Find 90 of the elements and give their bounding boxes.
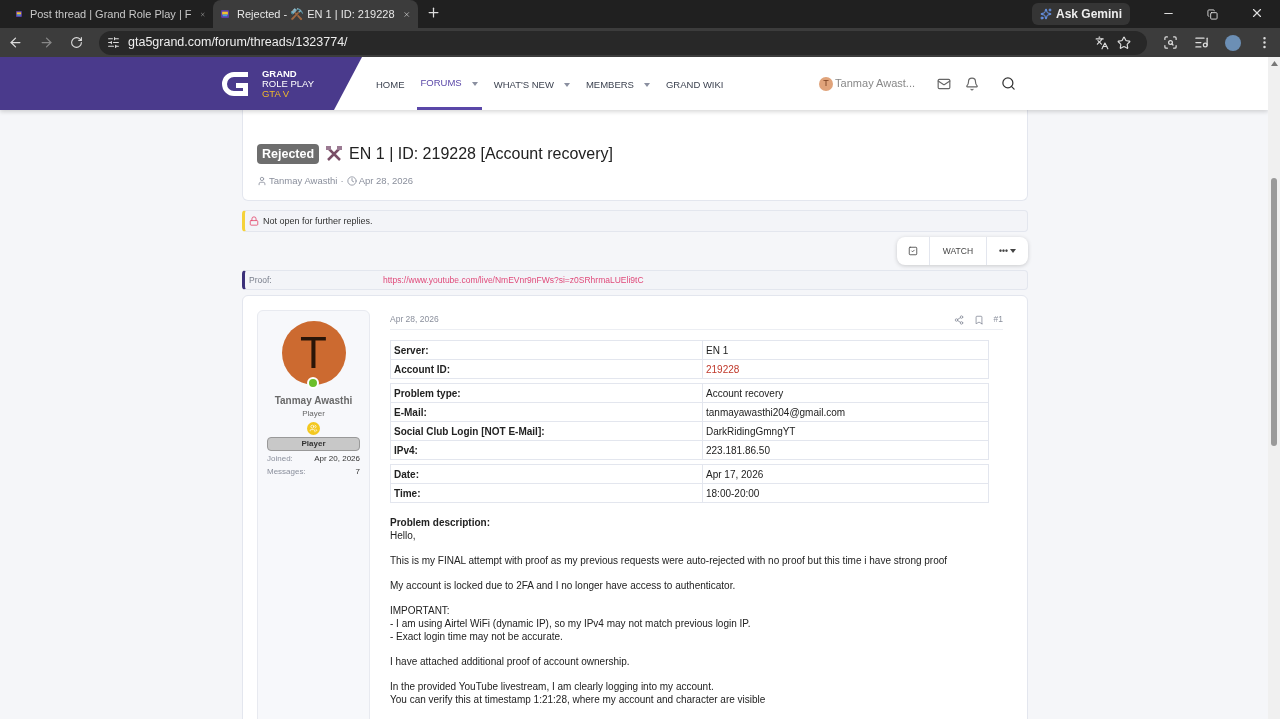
scroll-up-icon[interactable] xyxy=(1270,61,1278,66)
logo-text: GRAND xyxy=(261,68,298,79)
separator-dot: · xyxy=(340,174,344,188)
stat-label: Joined: xyxy=(267,453,293,466)
logo-text: ROLE PLAY xyxy=(261,78,314,89)
post-text: In the provided YouTube livestream, I am clearly logging into my account. xyxy=(390,680,715,694)
stat-value: 7 xyxy=(355,466,360,479)
user-icon xyxy=(257,176,267,187)
restore-icon[interactable] xyxy=(1207,9,1218,20)
translate-icon[interactable] xyxy=(1095,35,1109,50)
nav-tab[interactable]: WHAT'S NEW xyxy=(489,57,574,110)
clock-icon xyxy=(346,176,357,187)
logo-text: GTA V xyxy=(261,88,291,99)
post-text: - Exact login time may not be accurate. xyxy=(390,630,564,644)
member-title: Player xyxy=(302,408,325,421)
media-icon[interactable] xyxy=(1194,35,1209,50)
scrollbar-thumb[interactable] xyxy=(1271,178,1277,446)
url-text: gta5grand.com/forum/threads/1323774/ xyxy=(128,34,348,52)
table-cell: Account ID: xyxy=(390,359,703,379)
forward-icon[interactable] xyxy=(39,35,54,50)
table-cell: DarkRidingGmngYT xyxy=(702,421,989,441)
table-cell: 219228 xyxy=(702,359,989,379)
site-favicon-icon xyxy=(221,7,230,21)
new-tab-icon[interactable] xyxy=(426,5,441,20)
reload-icon[interactable] xyxy=(70,36,83,49)
table-cell: Apr 17, 2026 xyxy=(702,464,989,484)
table-cell: IPv4: xyxy=(390,440,703,460)
thread-title: EN 1 | ID: 219228 [Account recovery] xyxy=(349,144,613,164)
group-icon xyxy=(307,422,320,436)
site-settings-icon[interactable] xyxy=(107,36,120,49)
member-banner: Player xyxy=(267,437,360,452)
nav-tab[interactable]: GRAND WIKI xyxy=(661,57,728,110)
table-cell: Time: xyxy=(390,483,703,503)
table-cell: Account recovery xyxy=(702,383,989,403)
lock-icon xyxy=(249,216,259,227)
stat-value: Apr 20, 2026 xyxy=(314,453,360,466)
scrollbar[interactable] xyxy=(1268,57,1280,719)
table-cell: Server: xyxy=(390,340,703,360)
post-text: I have attached additional proof of account ownership. xyxy=(390,655,631,669)
profile-avatar[interactable] xyxy=(1225,34,1241,51)
table-cell: Problem type: xyxy=(390,383,703,403)
post-text: - I am using Airtel WiFi (dynamic IP), so my IPv4 may not match previous login IP. xyxy=(390,617,752,631)
post-text: This is my FINAL attempt with proof as my previous requests were auto-rejected with no proof but this time i have strong proof xyxy=(390,554,949,568)
sparkle-icon xyxy=(1039,8,1052,20)
table-cell: tanmayawasthi204@gmail.com xyxy=(702,402,989,422)
back-icon[interactable] xyxy=(8,35,23,50)
nav-tab[interactable]: HOME xyxy=(372,57,409,110)
address-bar[interactable]: gta5grand.com/forum/threads/1323774/ xyxy=(99,30,1147,55)
user-menu[interactable]: T Tanmay Awast... xyxy=(819,75,915,92)
table-cell: 223.181.86.50 xyxy=(702,440,989,460)
table-cell: Date: xyxy=(390,464,703,484)
post-number[interactable]: #1 xyxy=(993,313,1003,327)
status-label: Rejected xyxy=(257,143,320,165)
post-text: Hello, xyxy=(390,529,417,543)
table-cell: Social Club Login [NOT E-Mail]: xyxy=(390,421,703,441)
ask-gemini-button[interactable]: Ask Gemini xyxy=(1031,3,1130,25)
member-avatar[interactable]: T xyxy=(281,321,346,386)
post-date[interactable]: Apr 28, 2026 xyxy=(390,313,439,327)
search-icon[interactable] xyxy=(1001,76,1016,91)
watch-button[interactable]: WATCH xyxy=(929,237,988,266)
tab-title: Rejected - ⚒ EN 1 | ID: 219228 xyxy=(237,6,395,22)
table-cell: EN 1 xyxy=(702,340,989,360)
table-cell: 18:00-20:00 xyxy=(702,483,989,503)
post-text: My account is locked due to 2FA and I no longer have access to authenticator. xyxy=(390,579,737,593)
bell-icon[interactable] xyxy=(965,76,979,91)
post-text: IMPORTANT: xyxy=(390,604,451,618)
nav-tab[interactable]: MEMBERS xyxy=(581,57,654,110)
table-cell: E-Mail: xyxy=(390,402,703,422)
share-icon[interactable] xyxy=(953,314,964,325)
thread-date[interactable]: Apr 28, 2026 xyxy=(358,174,414,189)
mail-icon[interactable] xyxy=(937,76,951,91)
notice-text: Not open for further replies. xyxy=(263,214,373,228)
post-text: You can verify this at timestamp 1:21:28, where my account and character are visible xyxy=(390,693,767,707)
hammers-icon xyxy=(325,145,344,163)
author-link[interactable]: Tanmay Awasthi xyxy=(269,174,338,189)
member-name[interactable]: Tanmay Awasthi xyxy=(274,393,353,409)
caret-icon xyxy=(1010,249,1016,254)
more-button[interactable]: ••• xyxy=(987,237,1028,266)
proof-link[interactable]: https://www.youtube.com/live/NmEVnr9nFWs?si=z0SRhrmaLUEli9tC xyxy=(383,273,644,287)
bookmark-star-icon[interactable] xyxy=(1117,35,1131,50)
stat-label: Messages: xyxy=(267,466,306,479)
tab-title: Post thread | Grand Role Play | F xyxy=(29,6,192,22)
user-avatar: T xyxy=(819,76,834,91)
checkbox-icon xyxy=(907,246,918,257)
browser-tab[interactable]: Post thread | Grand Role Play | F xyxy=(8,0,213,28)
field-label: Proof: xyxy=(249,273,273,287)
description-label: Problem description: xyxy=(390,516,491,530)
browser-tab[interactable]: Rejected - ⚒ EN 1 | ID: 219228 xyxy=(213,0,418,28)
close-window-icon[interactable] xyxy=(1250,6,1264,20)
lens-icon[interactable] xyxy=(1163,35,1178,50)
